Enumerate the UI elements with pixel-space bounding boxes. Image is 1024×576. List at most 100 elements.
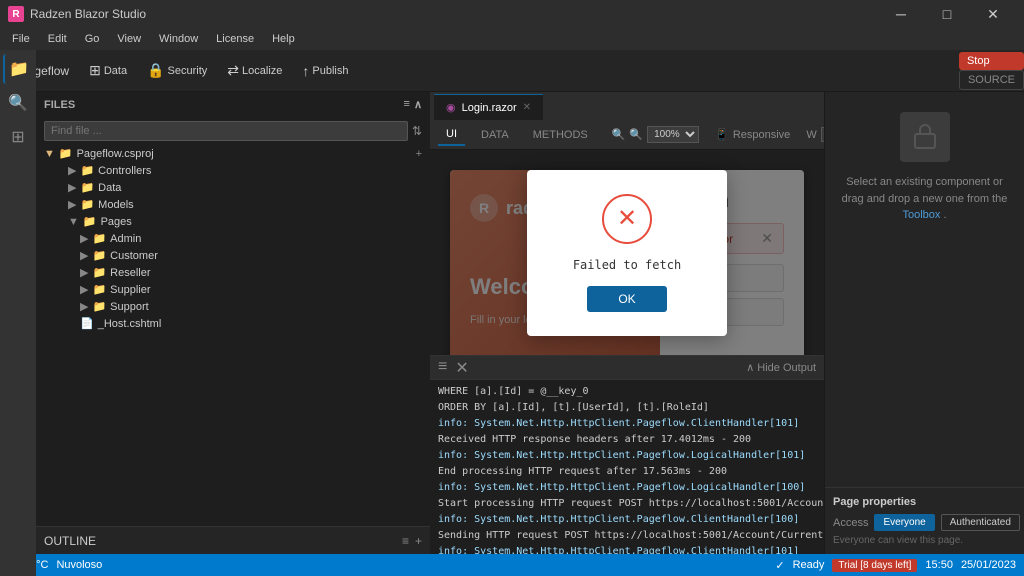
file-search-input[interactable] [44, 121, 408, 141]
file-search-area: ⇅ [36, 117, 430, 145]
outline-section: OUTLINE ≡ + [36, 526, 430, 554]
designer-tab-ui[interactable]: UI [438, 124, 465, 146]
right-panel: Select an existing component or drag and… [824, 92, 1024, 554]
zoom-select[interactable]: 100% [647, 126, 699, 143]
menu-edit[interactable]: Edit [40, 31, 75, 47]
authenticated-access-btn[interactable]: Authenticated [941, 514, 1020, 531]
center-panel: ◉ Login.razor ✕ UI DATA METHODS 🔍 🔍 100% [430, 92, 824, 554]
tab-login-razor[interactable]: ◉ Login.razor ✕ [434, 94, 543, 120]
zoom-in-icon[interactable]: 🔍 [629, 128, 643, 141]
titlebar-left: R Radzen Blazor Studio [8, 6, 146, 22]
minimize-button[interactable]: ─ [878, 0, 924, 28]
razor-file-icon: ◉ [446, 101, 456, 114]
weather-condition: Nuvoloso [56, 559, 102, 571]
tree-controllers[interactable]: ▶ 📁 Controllers [36, 162, 430, 179]
tree-data[interactable]: ▶ 📁 Data [36, 179, 430, 196]
folder-controllers-icon: 📁 [80, 164, 94, 177]
tree-reseller[interactable]: ▶ 📁 Reseller [36, 264, 430, 281]
publish-toolbar-btn[interactable]: ↑ Publish [294, 59, 356, 83]
sidebar-actions: ≡ ∧ [404, 98, 422, 111]
right-panel-toolbox: Select an existing component or drag and… [825, 92, 1024, 487]
log-area: WHERE [a].[Id] = @__key_0 ORDER BY [a].[… [430, 379, 824, 554]
localize-toolbar-btn[interactable]: ⇄ Localize [219, 58, 290, 83]
tree-admin[interactable]: ▶ 📁 Admin [36, 230, 430, 247]
status-date: 25/01/2023 [961, 559, 1016, 571]
designer-toolbar: UI DATA METHODS 🔍 🔍 100% 📱 Responsive [430, 120, 824, 150]
chevron-right-icon: ▶ [68, 164, 76, 177]
app-logo: R [8, 6, 24, 22]
security-toolbar-btn[interactable]: 🔒 Security [139, 58, 215, 83]
localize-icon: ⇄ [227, 62, 239, 79]
log-line-4: Received HTTP response headers after 17.… [438, 432, 816, 448]
source-button[interactable]: SOURCE [959, 70, 1024, 90]
restore-button[interactable]: □ [924, 0, 970, 28]
modal-overlay[interactable]: ✕ Failed to fetch OK [430, 150, 824, 355]
menu-window[interactable]: Window [151, 31, 206, 47]
page-properties-panel: Page properties Access Everyone Authenti… [825, 487, 1024, 554]
menu-file[interactable]: File [4, 31, 38, 47]
data-toolbar-btn[interactable]: ⊞ Data [81, 58, 135, 83]
sort-icon[interactable]: ⇅ [412, 124, 422, 138]
log-line-8: Start processing HTTP request POST https… [438, 496, 816, 512]
new-file-icon[interactable]: ≡ [404, 98, 410, 111]
chevron-right-admin-icon: ▶ [80, 232, 88, 245]
files-section-label: FILES [44, 99, 75, 111]
toolbox-link[interactable]: Toolbox [902, 209, 940, 221]
collapse-icon[interactable]: ∧ [414, 98, 422, 111]
tree-supplier[interactable]: ▶ 📁 Supplier [36, 281, 430, 298]
log-line-1: WHERE [a].[Id] = @__key_0 [438, 384, 816, 400]
chevron-right-data-icon: ▶ [68, 181, 76, 194]
menu-go[interactable]: Go [77, 31, 108, 47]
log-clear-icon[interactable]: ✕ [455, 358, 468, 378]
add-file-icon[interactable]: + [416, 148, 422, 160]
tree-support[interactable]: ▶ 📁 Support [36, 298, 430, 315]
app: ⊞ Pageflow ⊞ Data 🔒 Security ⇄ Localize … [0, 50, 1024, 576]
modal-error-icon: ✕ [602, 194, 652, 244]
tab-bar: ◉ Login.razor ✕ [430, 92, 824, 120]
close-button[interactable]: ✕ [970, 0, 1016, 28]
folder-support-icon: 📁 [92, 300, 106, 313]
log-list-icon[interactable]: ≡ [438, 358, 447, 378]
chevron-right-support-icon: ▶ [80, 300, 88, 313]
folder-data-icon: 📁 [80, 181, 94, 194]
menu-license[interactable]: License [208, 31, 262, 47]
search-icon-btn[interactable]: 🔍 [3, 92, 33, 118]
tab-close-button[interactable]: ✕ [523, 102, 531, 113]
tree-customer[interactable]: ▶ 📁 Customer [36, 247, 430, 264]
outline-list-icon[interactable]: ≡ [402, 534, 409, 548]
tree-host-file[interactable]: 📄 _Host.cshtml [36, 315, 430, 332]
designer-tab-methods[interactable]: METHODS [525, 125, 596, 145]
toolbox-placeholder-icon [900, 112, 950, 162]
designer-canvas[interactable]: R radzen Welcome! Fill in your login cre… [430, 150, 824, 355]
hide-output-btn[interactable]: ∧ Hide Output [746, 361, 816, 374]
zoom-out-icon[interactable]: 🔍 [612, 128, 626, 141]
log-line-6: End processing HTTP request after 17.563… [438, 464, 816, 480]
tree-models[interactable]: ▶ 📁 Models [36, 196, 430, 213]
modal-ok-button[interactable]: OK [587, 286, 667, 312]
toolbar-action-area: Stop SOURCE [959, 50, 1024, 92]
error-modal: ✕ Failed to fetch OK [527, 170, 727, 336]
stop-button[interactable]: Stop [959, 52, 1024, 70]
toolbox-description: Select an existing component or drag and… [835, 174, 1014, 224]
file-host-icon: 📄 [80, 317, 94, 330]
file-tree: ▼ 📁 Pageflow.csproj + ▶ 📁 Controllers ▶ … [36, 145, 430, 526]
sidebar-panel: FILES ≡ ∧ ⇅ ▼ 📁 Pageflow.csproj + [36, 92, 430, 554]
width-control: W [806, 127, 824, 142]
responsive-control: 📱 Responsive [715, 128, 790, 141]
tree-pages[interactable]: ▼ 📁 Pages [36, 213, 430, 230]
tree-root-project[interactable]: ▼ 📁 Pageflow.csproj + [36, 145, 430, 162]
outline-add-icon[interactable]: + [415, 534, 422, 548]
folder-supplier-icon: 📁 [92, 283, 106, 296]
menu-help[interactable]: Help [264, 31, 303, 47]
page-properties-title: Page properties [833, 496, 1016, 508]
zoom-controls: 🔍 🔍 100% [612, 126, 699, 143]
designer-tab-data[interactable]: DATA [473, 125, 517, 145]
log-header: ≡ ✕ Ready ∧ Hide Output [430, 355, 824, 379]
everyone-access-btn[interactable]: Everyone [874, 514, 934, 531]
menu-view[interactable]: View [109, 31, 149, 47]
folder-customer-icon: 📁 [92, 249, 106, 262]
modal-message: Failed to fetch [573, 258, 681, 272]
check-icon: ✓ [775, 559, 784, 572]
titlebar-title: Radzen Blazor Studio [30, 7, 146, 21]
components-icon-btn[interactable]: ⊞ [3, 122, 33, 152]
